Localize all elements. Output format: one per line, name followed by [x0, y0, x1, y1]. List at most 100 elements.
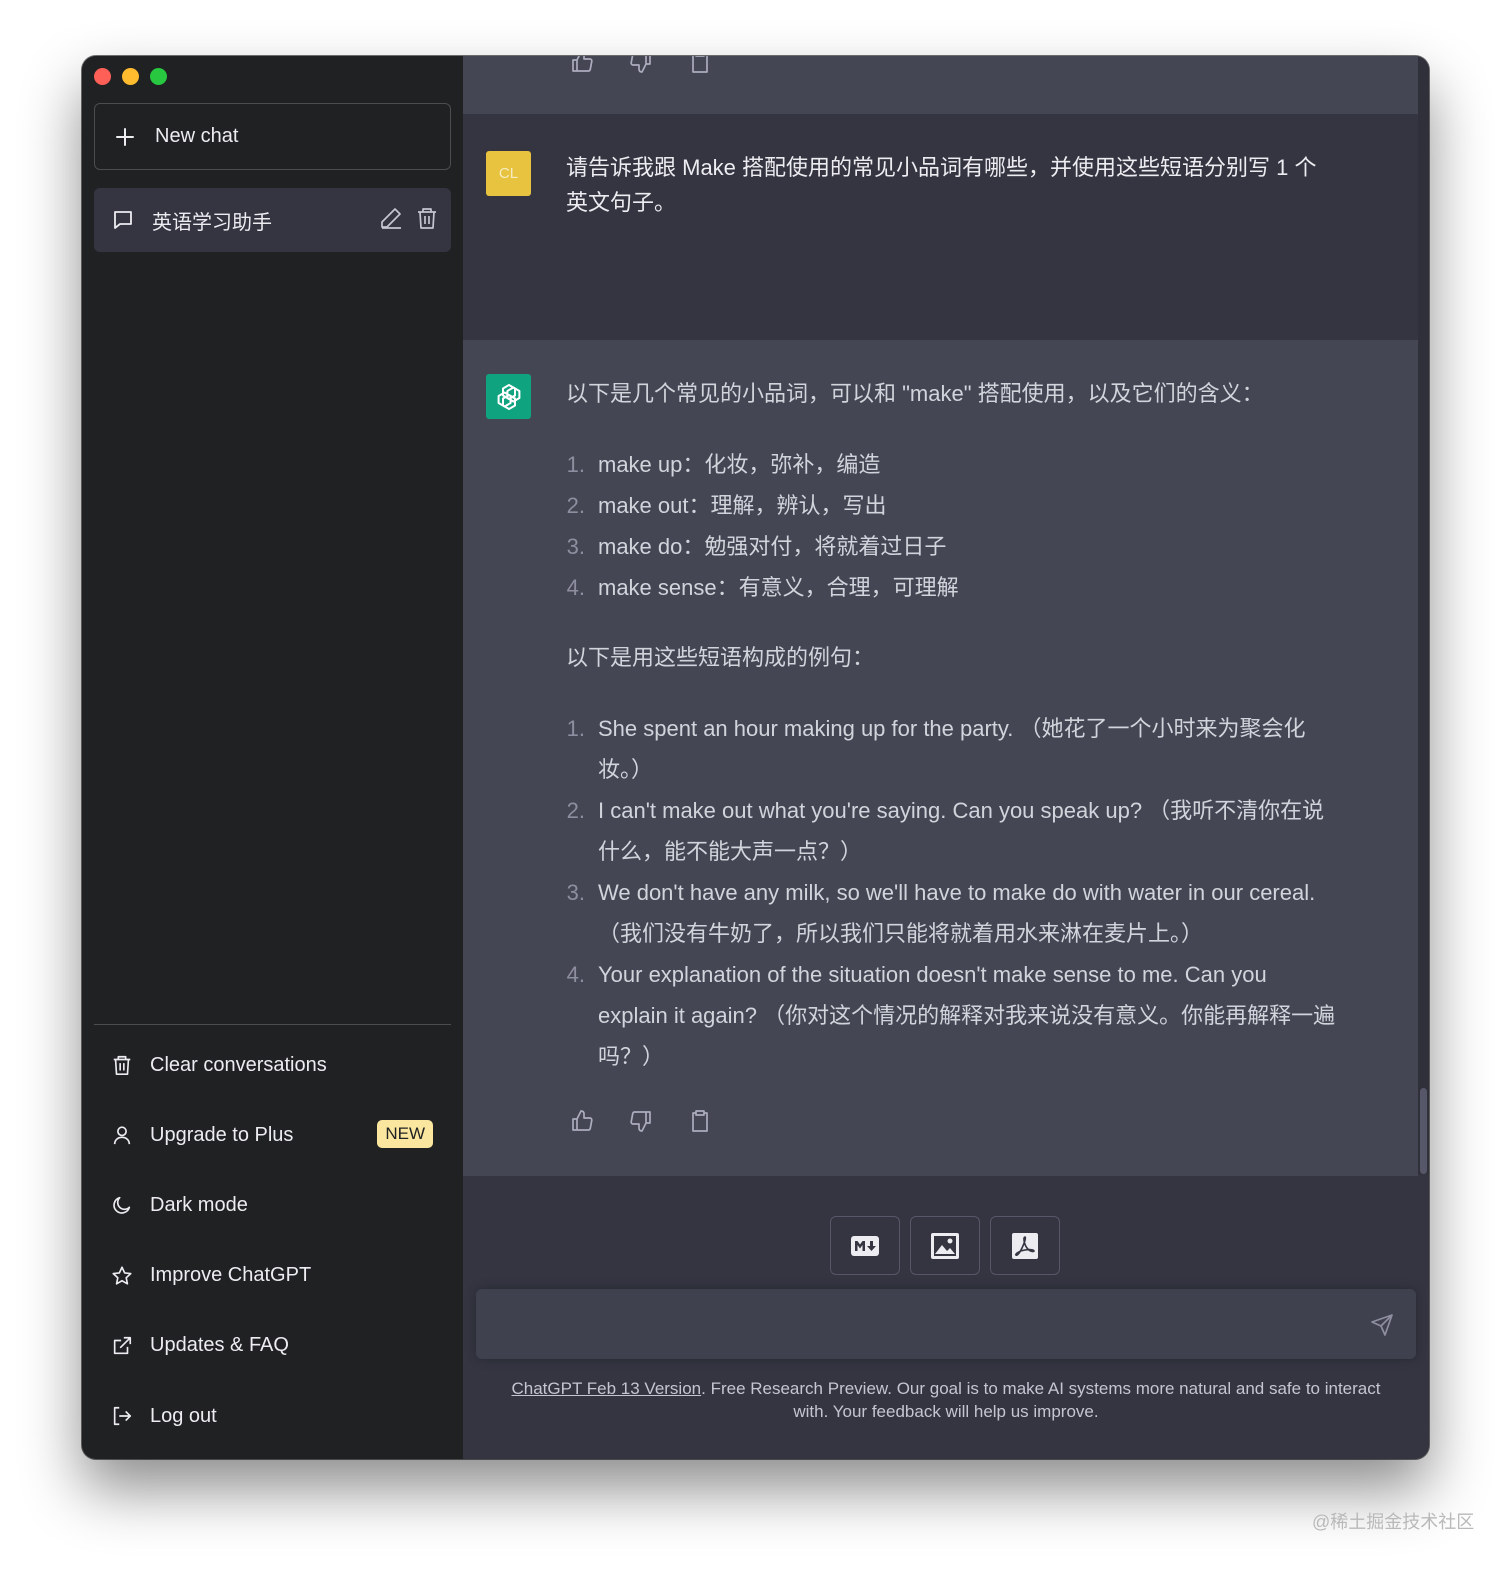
upgrade-label: Upgrade to Plus: [150, 1123, 294, 1146]
list-text-line: I can't make out what you're saying. Can…: [598, 798, 1325, 823]
list-number: 3.: [566, 880, 585, 905]
trash-icon: [111, 1054, 133, 1076]
list-text: make sense：有意义，合理，可理解: [598, 575, 959, 600]
assistant-intro: 以下是几个常见的小品词，可以和 "make" 搭配使用，以及它们的含义：: [566, 381, 1264, 406]
updates-label: Updates & FAQ: [150, 1334, 289, 1357]
thumbs-up-icon[interactable]: [570, 56, 594, 74]
list-item: 4. Your explanation of the situation does…: [566, 954, 1396, 1077]
upgrade-to-plus-button[interactable]: Upgrade to Plus NEW: [94, 1100, 451, 1170]
list-text: make out：理解，辨认，写出: [598, 493, 887, 518]
user-message-text: 请告诉我跟 Make 搭配使用的常见小品词有哪些，并使用这些短语分别写 1 个 …: [566, 150, 1316, 220]
list-number: 1.: [566, 716, 585, 741]
list-number: 4.: [566, 575, 585, 600]
logout-icon: [111, 1405, 133, 1427]
clipboard-icon[interactable]: [688, 56, 712, 74]
send-icon[interactable]: [1370, 1313, 1394, 1337]
export-image-button[interactable]: [910, 1216, 980, 1275]
star-icon: [111, 1265, 133, 1287]
thumbs-down-icon[interactable]: [629, 56, 653, 74]
list-text-line: 什么，能不能大声一点？）: [598, 839, 863, 864]
dark-mode-label: Dark mode: [150, 1193, 248, 1216]
list-text-line: 妆。）: [598, 757, 654, 782]
chat-bubble-icon: [112, 209, 134, 231]
thumbs-down-icon[interactable]: [629, 1109, 653, 1133]
maximize-window-button[interactable]: [150, 68, 167, 85]
new-badge: NEW: [377, 1120, 433, 1149]
list-number: 2.: [566, 493, 585, 518]
assistant-message-body: 以下是几个常见的小品词，可以和 "make" 搭配使用，以及它们的含义： 1. m…: [566, 373, 1396, 1077]
pencil-icon[interactable]: [379, 206, 403, 230]
previous-assistant-message: [463, 56, 1418, 114]
scrollbar-thumb[interactable]: [1420, 1088, 1427, 1174]
list-text: make do：勉强对付，将就着过日子: [598, 534, 947, 559]
export-pdf-button[interactable]: [990, 1216, 1060, 1275]
message-input[interactable]: [476, 1289, 1416, 1359]
feedback-bar: [570, 1109, 712, 1133]
list-item: 3. We don't have any milk, so we'll have …: [566, 872, 1396, 954]
list-item: 2. make out：理解，辨认，写出: [566, 485, 1396, 526]
improve-label: Improve ChatGPT: [150, 1264, 312, 1287]
log-out-label: Log out: [150, 1404, 217, 1427]
list-number: 3.: [566, 534, 585, 559]
footer-text: . Free Research Preview. Our goal is to …: [701, 1379, 1381, 1421]
phrase-list: 1. make up：化妆，弥补，编造 2. make out：理解，辨认，写出 3…: [566, 444, 1396, 608]
list-number: 2.: [566, 798, 585, 823]
list-text-line: We don't have any milk, so we'll have to…: [598, 880, 1316, 905]
list-item: 2. I can't make out what you're saying. C…: [566, 790, 1396, 872]
list-item: 3. make do：勉强对付，将就着过日子: [566, 526, 1396, 567]
thumbs-up-icon[interactable]: [570, 1109, 594, 1133]
example-list: 1. She spent an hour making up for the pa…: [566, 708, 1396, 1077]
new-chat-label: New chat: [155, 125, 239, 147]
watermark: @稀土掘金技术社区: [1312, 1512, 1475, 1532]
user-avatar: CL: [486, 151, 531, 196]
improve-chatgpt-button[interactable]: Improve ChatGPT: [94, 1241, 451, 1311]
new-chat-button[interactable]: New chat: [94, 103, 451, 170]
pdf-icon: [1011, 1232, 1039, 1260]
user-message: CL 请告诉我跟 Make 搭配使用的常见小品词有哪些，并使用这些短语分别写 1…: [463, 114, 1418, 340]
clear-conversations-button[interactable]: Clear conversations: [94, 1030, 451, 1100]
list-item: 1. She spent an hour making up for the pa…: [566, 708, 1396, 790]
sidebar-divider: [94, 1024, 451, 1025]
list-number: 4.: [566, 962, 585, 987]
sidebar: New chat 英语学习助手 Clear conversations Upgr…: [82, 56, 463, 1459]
user-icon: [111, 1124, 133, 1146]
close-window-button[interactable]: [94, 68, 111, 85]
clear-conversations-label: Clear conversations: [150, 1053, 327, 1076]
trash-icon[interactable]: [415, 206, 439, 230]
updates-faq-link[interactable]: Updates & FAQ: [94, 1311, 451, 1381]
image-icon: [930, 1232, 960, 1260]
user-message-line: 英文句子。: [566, 190, 677, 215]
list-item: 1. make up：化妆，弥补，编造: [566, 444, 1396, 485]
external-link-icon: [111, 1335, 133, 1357]
list-number: 1.: [566, 452, 585, 477]
moon-icon: [111, 1194, 133, 1216]
footer-disclaimer: ChatGPT Feb 13 Version. Free Research Pr…: [493, 1377, 1399, 1423]
minimize-window-button[interactable]: [122, 68, 139, 85]
conversation-item[interactable]: 英语学习助手: [94, 188, 451, 252]
list-text-line: She spent an hour making up for the part…: [598, 716, 1306, 741]
plus-icon: [115, 127, 135, 147]
list-text-line: 吗？）: [598, 1044, 665, 1069]
conversation-title: 英语学习助手: [152, 211, 272, 234]
feedback-bar: [570, 56, 712, 74]
log-out-button[interactable]: Log out: [94, 1381, 451, 1451]
app-window: New chat 英语学习助手 Clear conversations Upgr…: [82, 56, 1429, 1459]
clipboard-icon[interactable]: [688, 1109, 712, 1133]
conversation-actions: [379, 206, 439, 230]
markdown-icon: [850, 1235, 880, 1257]
export-markdown-button[interactable]: [830, 1216, 900, 1275]
chat-main: CL 请告诉我跟 Make 搭配使用的常见小品词有哪些，并使用这些短语分别写 1…: [463, 56, 1429, 1459]
examples-intro: 以下是用这些短语构成的例句：: [566, 645, 875, 670]
version-link[interactable]: ChatGPT Feb 13 Version: [512, 1379, 702, 1398]
window-controls: [94, 68, 167, 85]
assistant-message: 以下是几个常见的小品词，可以和 "make" 搭配使用，以及它们的含义： 1. m…: [463, 340, 1418, 1176]
dark-mode-button[interactable]: Dark mode: [94, 1170, 451, 1240]
list-item: 4. make sense：有意义，合理，可理解: [566, 567, 1396, 608]
scrollbar-track[interactable]: [1418, 56, 1429, 1174]
sidebar-menu: Clear conversations Upgrade to Plus NEW …: [94, 1030, 451, 1451]
list-text-line: （我们没有牛奶了，所以我们只能将就着用水来淋在麦片上。）: [598, 921, 1204, 946]
list-text-line: explain it again? （你对这个情况的解释对我来说没有意义。你能再…: [598, 1003, 1336, 1028]
openai-logo-icon: [486, 374, 531, 419]
list-text-line: Your explanation of the situation doesn'…: [598, 962, 1267, 987]
list-text: make up：化妆，弥补，编造: [598, 452, 881, 477]
